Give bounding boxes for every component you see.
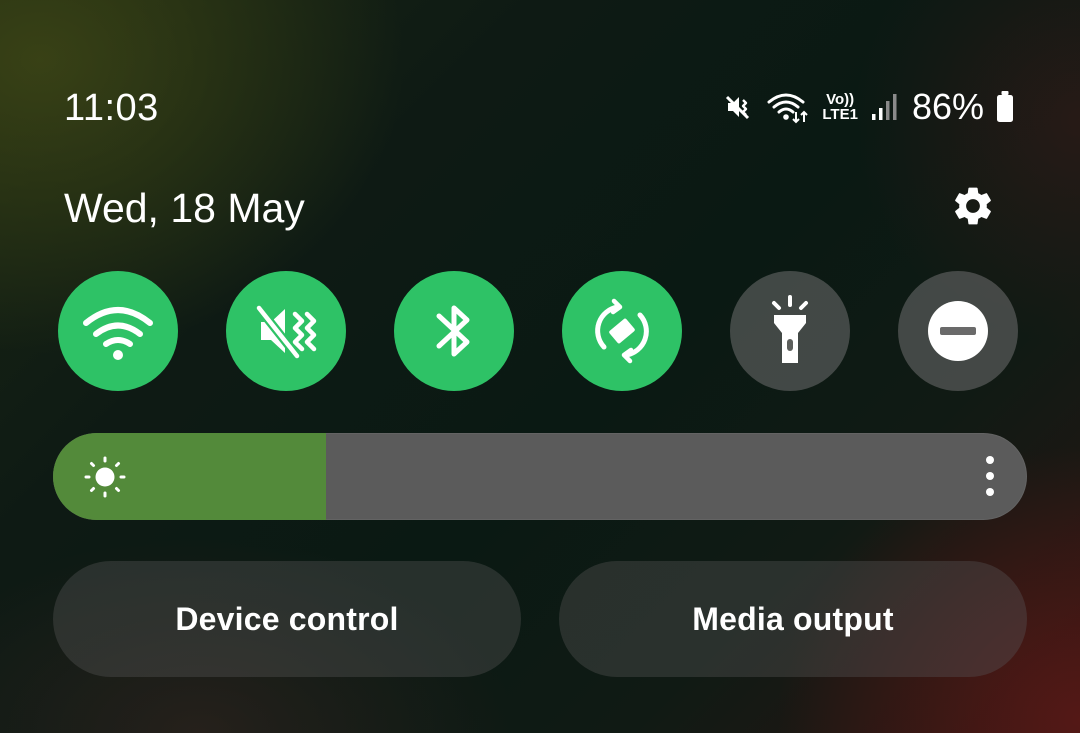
sun-icon: [84, 456, 126, 498]
flashlight-icon: [772, 295, 808, 363]
do-not-disturb-icon: [928, 301, 988, 361]
brightness-slider[interactable]: [53, 433, 1027, 520]
sound-tile[interactable]: [226, 271, 346, 391]
flashlight-tile[interactable]: [730, 271, 850, 391]
signal-icon: [870, 92, 898, 122]
date-label: Wed, 18 May: [64, 185, 305, 231]
auto-rotate-tile[interactable]: [562, 271, 682, 391]
gear-icon: [955, 187, 991, 225]
media-output-button[interactable]: Media output: [559, 561, 1027, 677]
quick-settings-tiles: [58, 271, 1020, 391]
battery-percent: 86%: [911, 86, 984, 127]
status-clock: 11:03: [64, 87, 159, 129]
volte-top-label: Vo)): [826, 91, 855, 108]
volte-icon: Vo)) LTE1: [822, 92, 858, 122]
mute-vibrate-icon: [724, 92, 754, 122]
device-control-button[interactable]: Device control: [53, 561, 521, 677]
do-not-disturb-tile[interactable]: [898, 271, 1018, 391]
volte-bottom-label: LTE1: [822, 106, 858, 123]
more-vertical-icon[interactable]: [978, 456, 1002, 496]
bluetooth-tile[interactable]: [394, 271, 514, 391]
mute-vibrate-icon: [255, 305, 317, 359]
wifi-icon: [83, 307, 153, 360]
battery-icon: [996, 91, 1014, 123]
bluetooth-icon: [436, 305, 470, 357]
wifi-tile[interactable]: [58, 271, 178, 391]
auto-rotate-icon: [595, 298, 649, 364]
status-icons: Vo)) LTE1 86%: [724, 84, 1014, 130]
settings-button[interactable]: [950, 183, 996, 229]
wifi-data-icon: [766, 90, 810, 124]
